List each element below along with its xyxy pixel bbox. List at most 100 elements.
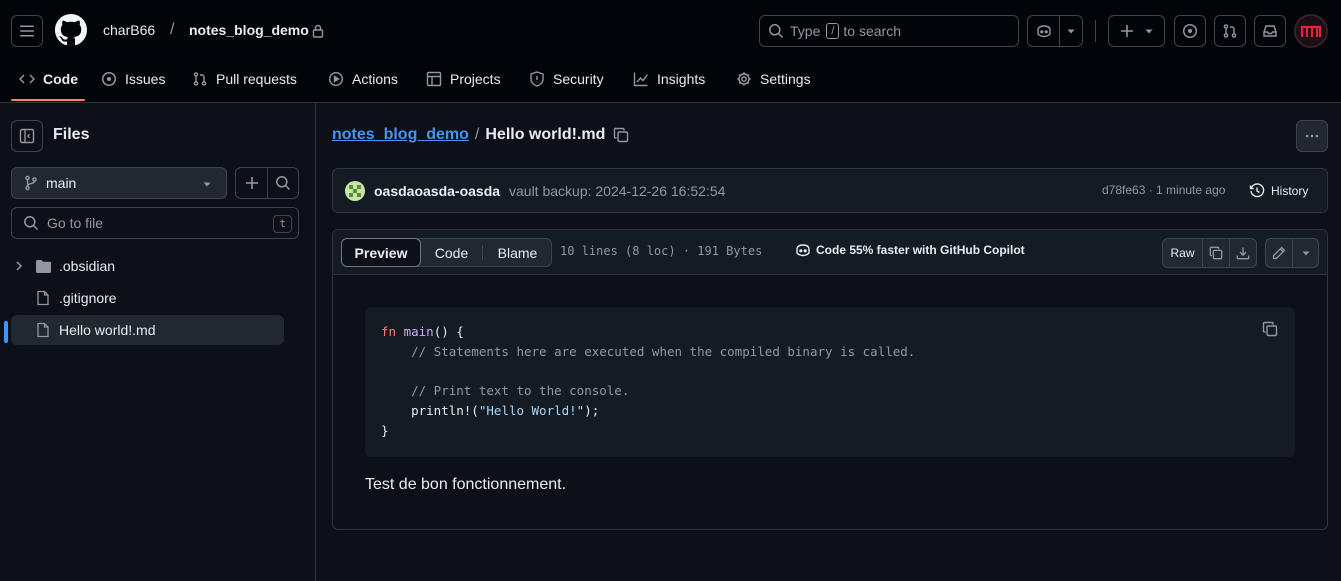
search-placeholder-suffix: to search (843, 23, 902, 39)
file-tree-sidebar: Files main Go to file t .obsidian .gitig… (0, 103, 316, 581)
tree-item-label: .gitignore (59, 290, 117, 306)
raw-actions-group: Raw (1162, 238, 1257, 268)
tab-actions[interactable]: Actions (320, 62, 406, 96)
copilot-button[interactable] (1027, 15, 1083, 47)
tab-blame[interactable]: Blame (483, 238, 552, 267)
active-tab-underline (11, 99, 85, 101)
file-icon (37, 290, 49, 306)
avatar[interactable] (1294, 14, 1328, 48)
latest-commit-box: oasdaoasda-oasda vault backup: 2024-12-2… (332, 168, 1328, 213)
tab-projects[interactable]: Projects (418, 62, 509, 96)
header-divider (1095, 20, 1096, 42)
raw-button[interactable]: Raw (1163, 239, 1203, 267)
gear-icon (737, 72, 751, 86)
collapse-sidebar-button[interactable] (11, 120, 43, 152)
code-icon (19, 74, 35, 84)
tab-code-label: Code (43, 71, 78, 87)
code-line: // Print text to the console. (381, 381, 915, 401)
tree-item-file[interactable]: .gitignore (11, 283, 284, 313)
search-icon (769, 24, 784, 39)
add-file-button[interactable] (235, 167, 299, 199)
user-avatar-icon (1300, 25, 1322, 37)
search-files-button[interactable] (268, 168, 298, 198)
tab-actions-label: Actions (352, 71, 398, 87)
plus-icon (1120, 25, 1133, 37)
github-logo-icon[interactable] (55, 14, 87, 46)
copilot-promo-label: Code 55% faster with GitHub Copilot (816, 243, 1025, 257)
copy-raw-button[interactable] (1203, 239, 1230, 267)
code-lines: fn main() { // Statements here are execu… (381, 322, 915, 441)
commit-sha-time[interactable]: d78fe63 · 1 minute ago (1102, 183, 1225, 197)
plus-icon (245, 177, 258, 189)
commit-author[interactable]: oasdaoasda-oasda (374, 183, 500, 199)
go-to-file-input[interactable]: Go to file t (11, 207, 299, 239)
table-icon (426, 71, 442, 87)
tab-security[interactable]: Security (521, 62, 612, 96)
issue-icon (1182, 23, 1198, 39)
download-icon (1236, 247, 1250, 260)
tab-pull-requests-label: Pull requests (216, 71, 297, 87)
markdown-paragraph: Test de bon fonctionnement. (365, 476, 567, 493)
graph-icon (633, 72, 649, 87)
tree-item-label: .obsidian (59, 258, 116, 274)
lock-icon (312, 24, 324, 38)
code-token: // Statements here are executed when the… (381, 343, 916, 359)
code-token: ); (584, 403, 600, 419)
branch-icon (25, 175, 37, 191)
issues-header-button[interactable] (1174, 15, 1206, 47)
code-token: // Print text to the console. (381, 383, 630, 399)
edit-actions-group (1265, 238, 1319, 268)
tab-code-view[interactable]: Code (421, 238, 482, 267)
breadcrumb-repo-link[interactable]: notes_blog_demo (332, 126, 469, 144)
tab-preview[interactable]: Preview (341, 238, 421, 267)
tab-preview-label: Preview (354, 244, 408, 261)
code-token: main (403, 324, 434, 339)
commit-message[interactable]: vault backup: 2024-12-26 16:52:54 (509, 183, 725, 199)
chevron-down-icon (1067, 29, 1075, 34)
pencil-icon (1273, 246, 1286, 260)
edit-dropdown-button[interactable] (1293, 239, 1318, 267)
tab-issues-label: Issues (125, 71, 166, 87)
history-label: History (1271, 184, 1309, 198)
go-to-file-placeholder: Go to file (47, 215, 104, 231)
search-icon (276, 176, 291, 191)
code-line: fn main() { (381, 322, 915, 342)
create-new-button[interactable] (1108, 15, 1165, 47)
tab-insights[interactable]: Insights (625, 62, 713, 96)
edit-button[interactable] (1266, 239, 1294, 267)
tree-item-folder[interactable]: .obsidian (11, 251, 284, 281)
more-options-button[interactable] (1296, 120, 1328, 152)
copy-path-icon[interactable] (613, 127, 629, 143)
copilot-promo[interactable]: Code 55% faster with GitHub Copilot (795, 242, 1025, 258)
copilot-icon (1036, 25, 1051, 38)
tab-code[interactable]: Code (11, 62, 86, 96)
play-icon (328, 71, 344, 87)
inbox-button[interactable] (1254, 15, 1286, 47)
tree-item-file-selected[interactable]: Hello world!.md (11, 315, 284, 345)
tab-pull-requests[interactable]: Pull requests (184, 62, 305, 96)
code-block: fn main() { // Statements here are execu… (365, 307, 1295, 457)
tab-settings[interactable]: Settings (728, 62, 819, 96)
search-placeholder-prefix: Type (790, 23, 821, 39)
pull-request-icon (193, 72, 207, 86)
code-line: // Statements here are executed when the… (381, 342, 915, 362)
search-icon (24, 216, 39, 231)
tab-issues[interactable]: Issues (93, 62, 173, 96)
path-separator: / (170, 21, 175, 38)
code-token: "Hello World!" (478, 403, 585, 419)
tab-settings-label: Settings (760, 71, 811, 87)
search-input[interactable]: Type / to search (759, 15, 1019, 47)
owner-link[interactable]: charB66 (103, 22, 155, 38)
breadcrumb-file: Hello world!.md (485, 126, 606, 143)
tab-projects-label: Projects (450, 71, 501, 87)
folder-icon (36, 259, 51, 273)
download-button[interactable] (1230, 239, 1256, 267)
history-button[interactable]: History (1249, 177, 1308, 205)
branch-selector[interactable]: main (11, 167, 227, 199)
copy-code-button[interactable] (1261, 320, 1279, 338)
author-avatar[interactable] (345, 181, 365, 201)
repo-link[interactable]: notes_blog_demo (189, 22, 309, 38)
pull-requests-header-button[interactable] (1214, 15, 1246, 47)
menu-button[interactable] (11, 15, 43, 47)
